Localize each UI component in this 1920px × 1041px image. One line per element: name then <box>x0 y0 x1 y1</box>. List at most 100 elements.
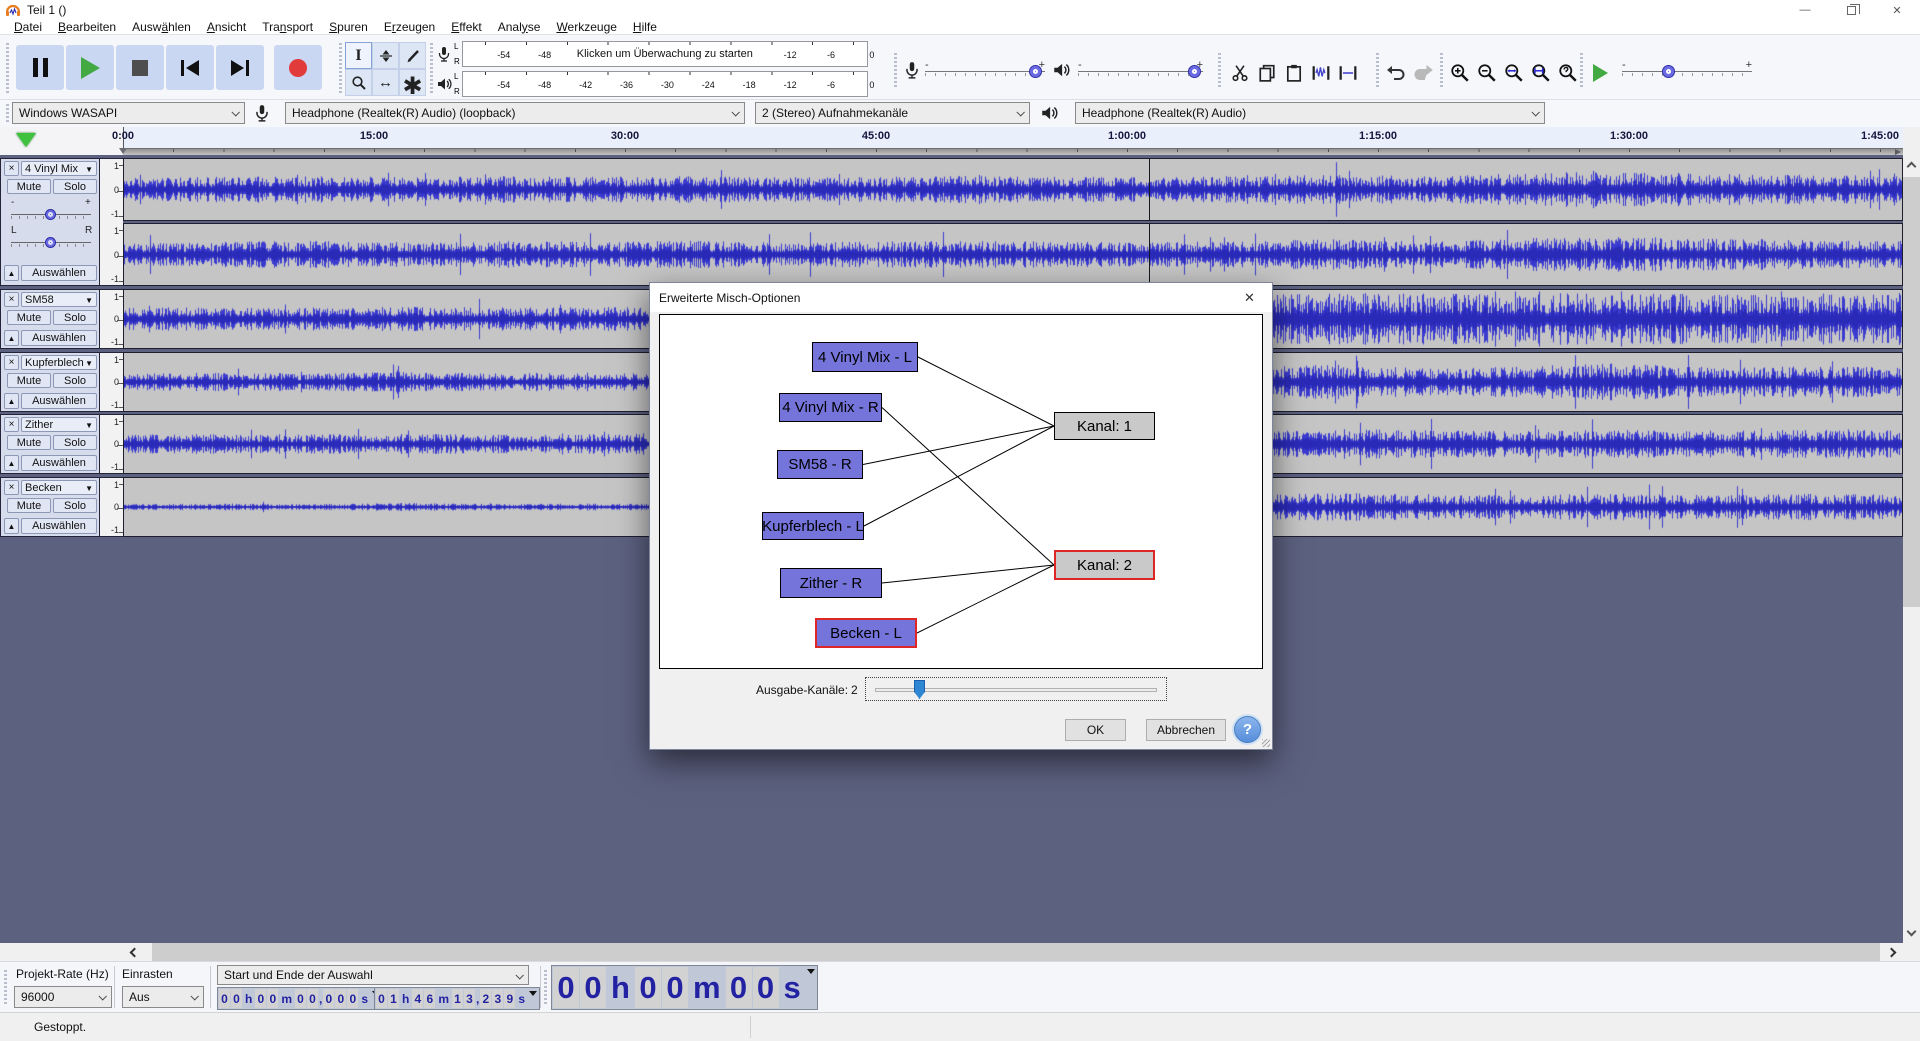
scrub-bar[interactable] <box>123 148 1903 155</box>
time-digit[interactable]: 0 <box>295 989 306 1008</box>
time-separator[interactable]: , <box>319 989 322 1008</box>
mixer-source-sm58-r[interactable]: SM58 - R <box>777 450 863 479</box>
chevron-down-icon[interactable] <box>528 989 538 1008</box>
track-close-icon[interactable]: × <box>4 292 19 307</box>
solo-button[interactable]: Solo <box>53 179 97 194</box>
mixer-source-zither-r[interactable]: Zither - R <box>780 568 882 598</box>
mute-button[interactable]: Mute <box>7 179 51 194</box>
device-toolbar-grip[interactable] <box>6 104 9 123</box>
time-digit[interactable]: 0 <box>753 967 779 1008</box>
audio-host-select[interactable]: Windows WASAPI <box>12 102 245 124</box>
time-digit[interactable]: 3 <box>464 989 475 1008</box>
track-close-icon[interactable]: × <box>4 355 19 370</box>
selection-range-mode-select[interactable]: Start und Ende der Auswahl <box>217 965 529 985</box>
collapse-button[interactable]: ▲ <box>4 330 19 346</box>
menu-ansicht[interactable]: Ansicht <box>199 20 254 35</box>
play-button[interactable] <box>66 45 114 90</box>
time-toolbar-grip[interactable] <box>544 970 547 1006</box>
clip-boundary-line[interactable] <box>1149 159 1150 220</box>
stop-button[interactable] <box>116 45 164 90</box>
track-control-panel[interactable]: ×SM58▼ MuteSolo ▲Auswählen <box>0 289 100 349</box>
horizontal-scroll-thumb[interactable] <box>152 943 1880 961</box>
scroll-up-icon[interactable] <box>1907 162 1917 172</box>
playback-meter-scale[interactable]: -54-48-42-36-30-24-18-12-60 <box>462 71 868 97</box>
mixer-source-4-vinyl-mix-l[interactable]: 4 Vinyl Mix - L <box>812 342 918 372</box>
gain-slider[interactable] <box>11 209 91 221</box>
mixer-channel-kanal-1[interactable]: Kanal: 1 <box>1054 412 1155 440</box>
scroll-down-icon[interactable] <box>1907 927 1917 937</box>
draw-tool-button[interactable] <box>399 42 426 69</box>
slider-thumb[interactable] <box>45 209 56 220</box>
title-bar[interactable]: Teil 1 () — ✕ <box>0 0 1920 20</box>
output-channels-slider[interactable] <box>865 677 1167 701</box>
mute-button[interactable]: Mute <box>7 310 51 325</box>
cut-button[interactable] <box>1227 60 1252 85</box>
scroll-left-icon[interactable] <box>130 948 140 958</box>
help-button[interactable]: ? <box>1234 716 1261 743</box>
mixer-toolbar-grip[interactable] <box>894 53 897 87</box>
track-name-button[interactable]: SM58▼ <box>21 292 97 307</box>
select-track-button[interactable]: Auswählen <box>21 265 97 281</box>
track-name-button[interactable]: Kupferblech▼ <box>21 355 97 370</box>
solo-button[interactable]: Solo <box>53 498 97 513</box>
collapse-button[interactable]: ▲ <box>4 393 19 409</box>
vertical-scroll-thumb[interactable] <box>1903 177 1920 607</box>
slider-thumb[interactable] <box>1188 65 1201 78</box>
recording-channels-select[interactable]: 2 (Stereo) Aufnahmekanäle <box>755 102 1030 124</box>
pan-slider[interactable] <box>11 237 91 249</box>
slider-thumb[interactable] <box>1662 65 1675 78</box>
time-digit[interactable]: 0 <box>323 989 334 1008</box>
time-digit[interactable]: 0 <box>335 989 346 1008</box>
menu-effekt[interactable]: Effekt <box>443 20 489 35</box>
time-digit[interactable]: 3 <box>492 989 503 1008</box>
zoom-in-button[interactable] <box>1447 60 1472 85</box>
timeline-pin-icon[interactable] <box>16 133 36 147</box>
record-button[interactable] <box>274 45 322 90</box>
solo-button[interactable]: Solo <box>53 310 97 325</box>
paste-button[interactable] <box>1281 60 1306 85</box>
menu-ausw-hlen[interactable]: Auswählen <box>124 20 199 35</box>
close-icon[interactable]: ✕ <box>1874 0 1920 20</box>
project-rate-select[interactable]: 96000 <box>14 986 112 1008</box>
time-digit[interactable]: 0 <box>635 967 661 1008</box>
track-control-panel[interactable]: ×Becken▼MuteSolo▲Auswählen <box>0 477 100 537</box>
time-digit[interactable]: 0 <box>726 967 752 1008</box>
vertical-scale-ruler[interactable]: 10-1 <box>100 352 123 412</box>
solo-button[interactable]: Solo <box>53 373 97 388</box>
track-close-icon[interactable]: × <box>4 480 19 495</box>
envelope-tool-button[interactable] <box>372 42 399 69</box>
playback-meter[interactable]: LR -54-48-42-36-30-24-18-12-60 <box>436 71 868 97</box>
menu-hilfe[interactable]: Hilfe <box>625 20 665 35</box>
time-separator[interactable]: , <box>476 989 479 1008</box>
menu-werkzeuge[interactable]: Werkzeuge <box>548 20 624 35</box>
tools-toolbar-grip[interactable] <box>339 43 342 93</box>
time-digit[interactable]: 1 <box>452 989 463 1008</box>
playback-device-select[interactable]: Headphone (Realtek(R) Audio) <box>1075 102 1545 124</box>
recording-meter-scale[interactable]: Klicken um Überwachung zu starten -54-48… <box>462 41 868 67</box>
track-name-button[interactable]: Becken▼ <box>21 480 97 495</box>
waveform-lane[interactable] <box>123 158 1903 221</box>
mute-button[interactable]: Mute <box>7 373 51 388</box>
waveform-lane[interactable] <box>123 223 1903 286</box>
select-track-button[interactable]: Auswählen <box>21 330 97 346</box>
skip-to-end-button[interactable] <box>216 45 264 90</box>
selection-tool-button[interactable]: I <box>345 42 372 69</box>
track-close-icon[interactable]: × <box>4 161 19 176</box>
recording-volume-slider[interactable]: - + <box>925 63 1045 81</box>
redo-button[interactable] <box>1410 60 1435 85</box>
vertical-scale-ruler[interactable]: 10-1 <box>100 289 123 349</box>
time-digit[interactable]: 0 <box>347 989 358 1008</box>
time-digit[interactable]: 0 <box>376 989 387 1008</box>
track-close-icon[interactable]: × <box>4 417 19 432</box>
time-digit[interactable]: 0 <box>662 967 688 1008</box>
time-digit[interactable]: 2 <box>480 989 491 1008</box>
time-digit[interactable]: 0 <box>267 989 278 1008</box>
transport-toolbar-grip[interactable] <box>6 43 9 93</box>
selection-start-field[interactable]: 00h00m00,000s <box>217 987 383 1010</box>
mute-button[interactable]: Mute <box>7 435 51 450</box>
mixer-source-becken-l[interactable]: Becken - L <box>815 618 917 648</box>
dialog-title-bar[interactable]: Erweiterte Misch-Optionen <box>650 283 1272 312</box>
clip-boundary-line[interactable] <box>1149 224 1150 285</box>
snap-select[interactable]: Aus <box>122 986 204 1008</box>
zoom-toggle-button[interactable] <box>1555 60 1580 85</box>
